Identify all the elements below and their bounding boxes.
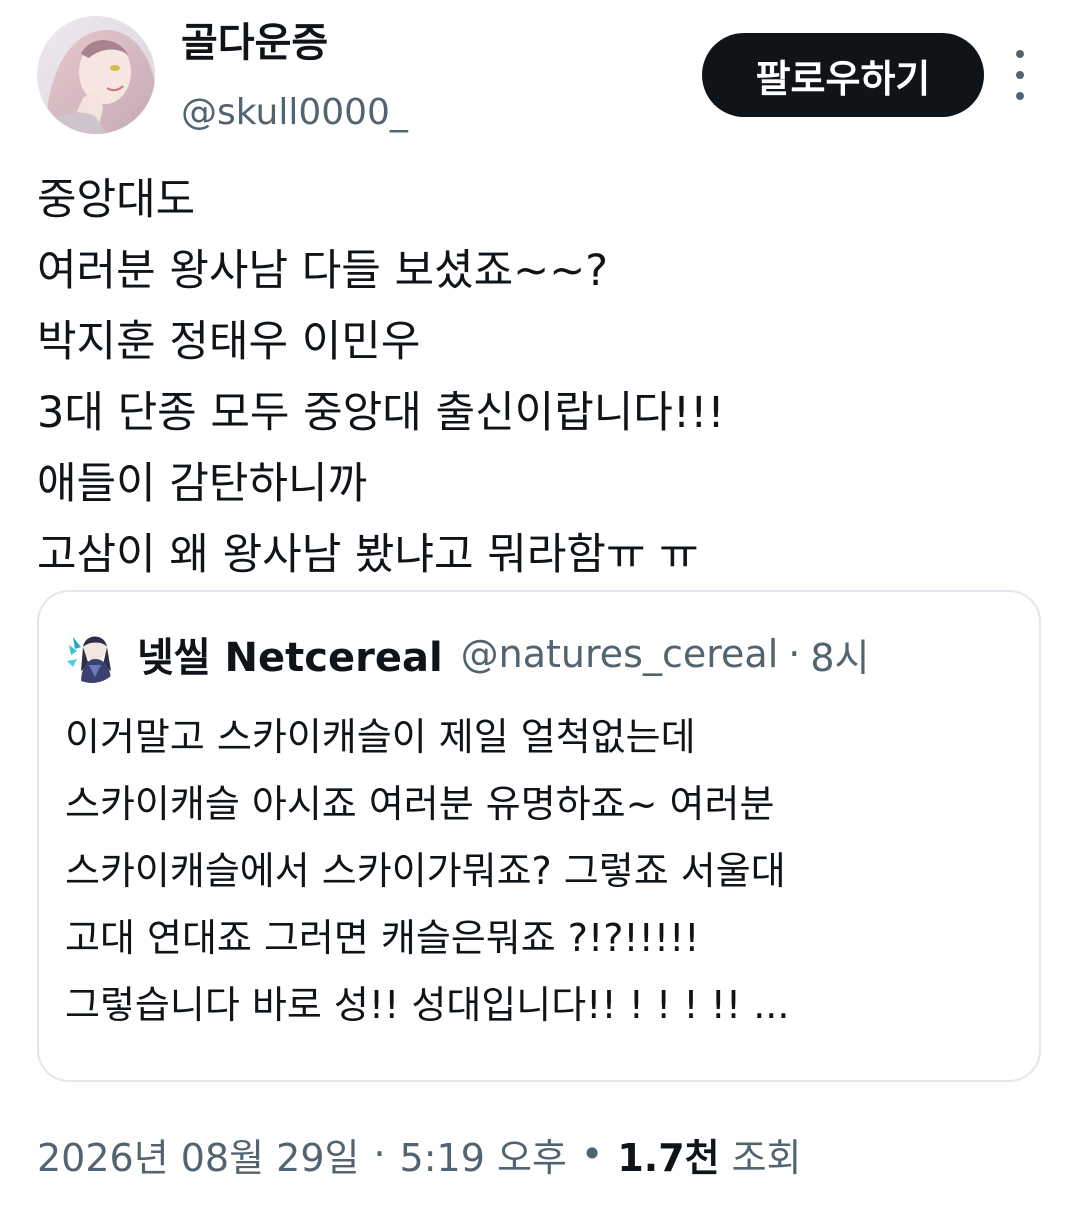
more-dot	[1016, 50, 1024, 58]
quoted-tweet-line: 고대 연대죠 그러면 캐슬은뭐죠 ?!?!!!!!	[65, 916, 700, 960]
tweet-line: 중앙대도	[37, 175, 196, 225]
tweet-line: 애들이 감탄하니까	[37, 459, 368, 509]
meta-separator: •	[580, 1132, 604, 1176]
quoted-author-handle[interactable]: @natures_cereal	[461, 632, 779, 676]
author-display-name[interactable]: 골다운증	[181, 14, 328, 72]
tweet-line: 3대 단종 모두 중앙대 출신이랍니다!!!	[37, 388, 725, 438]
tweet-line: 여러분 왕사남 다들 보셨죠~~?	[37, 246, 609, 296]
quoted-author-name[interactable]: 넺씰 Netcereal	[137, 625, 443, 683]
quoted-tweet-line: 이거말고 스카이캐슬이 제일 얼척없는데	[65, 715, 696, 759]
views-count[interactable]: 1.7천	[617, 1127, 719, 1182]
more-dot	[1016, 92, 1024, 100]
tweet-meta: 2026년 08월 29일 · 5:19 오후 • 1.7천 조회	[37, 1124, 802, 1184]
quoted-author-avatar[interactable]	[63, 625, 121, 683]
quoted-tweet-text: 이거말고 스카이캐슬이 제일 얼척없는데 스카이캐슬 아시죠 여러분 유명하죠~…	[65, 704, 1025, 1039]
tweet-line: 고삼이 왜 왕사남 봤냐고 뭐라함ㅠ ㅠ	[37, 530, 699, 580]
quoted-tweet-line: 스카이캐슬 아시죠 여러분 유명하죠~ 여러분	[65, 782, 775, 826]
quoted-tweet-line: 그렇습니다 바로 성!! 성대입니다!! ! ! ! !! ...	[65, 983, 790, 1027]
quoted-tweet-line: 스카이캐슬에서 스카이가뭐죠? 그렇죠 서울대	[65, 849, 786, 893]
more-vertical-icon[interactable]	[1002, 50, 1038, 100]
more-dot	[1016, 71, 1024, 79]
quoted-tweet-header: 넺씰 Netcereal @natures_cereal · 8시	[63, 624, 870, 684]
views-label: 조회	[731, 1135, 802, 1180]
quoted-tweet-card[interactable]: 넺씰 Netcereal @natures_cereal · 8시 이거말고 스…	[37, 590, 1041, 1082]
author-avatar[interactable]	[37, 16, 155, 134]
quoted-tweet-time[interactable]: 8시	[810, 627, 869, 682]
tweet-date[interactable]: 2026년 08월 29일	[37, 1127, 359, 1182]
tweet-line: 박지훈 정태우 이민우	[37, 317, 421, 367]
tweet-text: 중앙대도 여러분 왕사남 다들 보셨죠~~? 박지훈 정태우 이민우 3대 단종…	[37, 165, 1037, 591]
tweet-time[interactable]: 5:19 오후	[400, 1127, 567, 1182]
author-handle[interactable]: @skull0000_	[181, 88, 408, 138]
follow-button[interactable]: 팔로우하기	[702, 33, 984, 117]
quoted-meta-separator: ·	[788, 632, 801, 676]
meta-separator: ·	[373, 1132, 386, 1176]
